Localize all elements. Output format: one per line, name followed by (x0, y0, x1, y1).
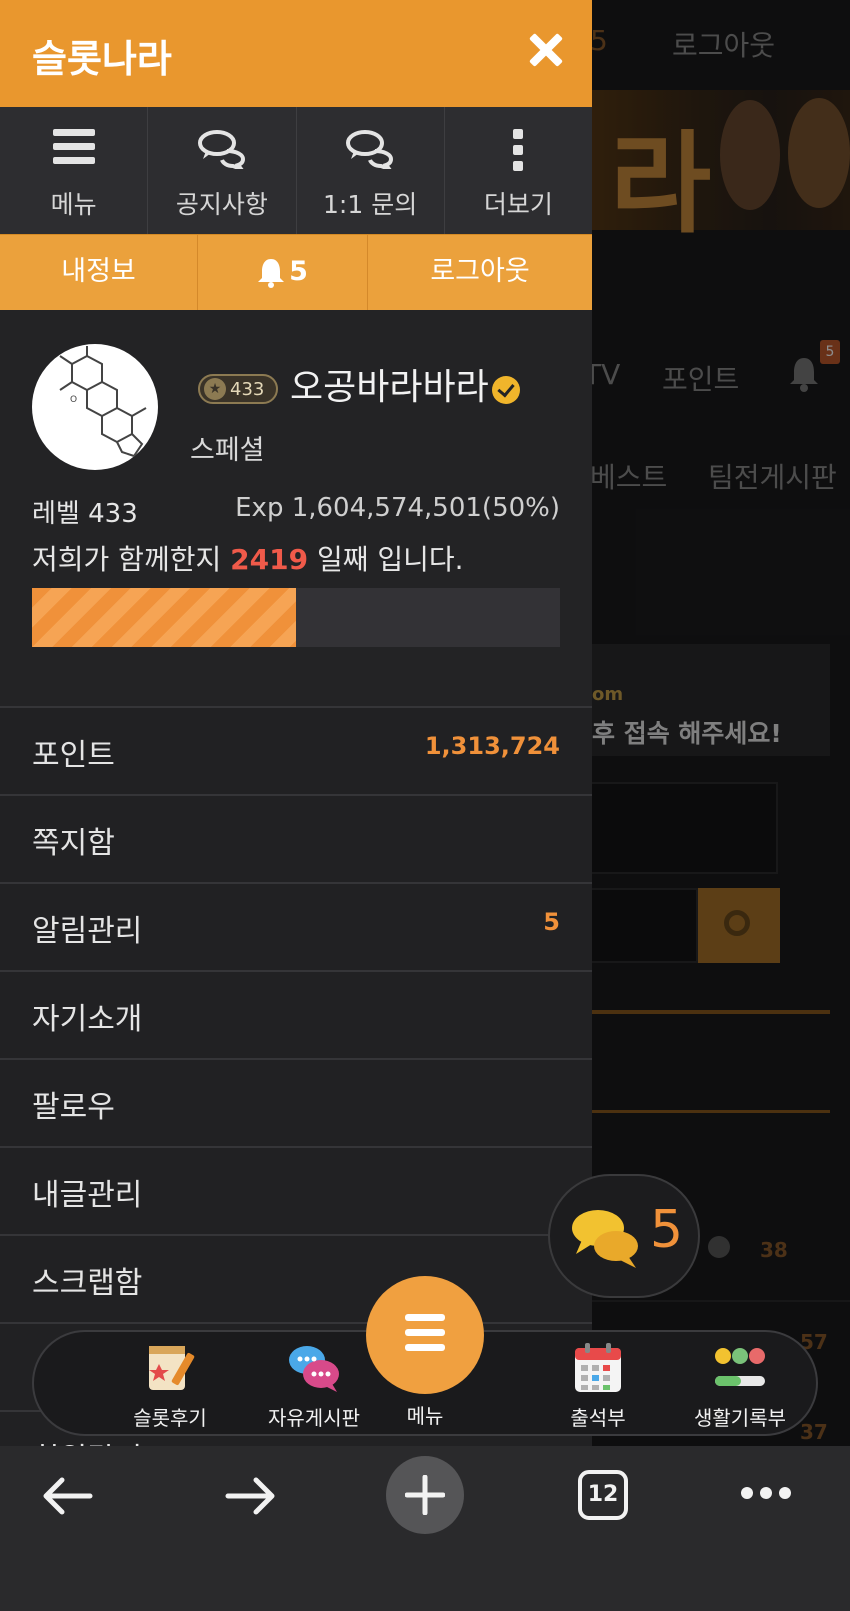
menu-item-label: 알림관리 (32, 914, 143, 949)
calendar-icon (575, 1343, 621, 1392)
review-note-icon (149, 1346, 195, 1390)
nickname: 오공바라바라 (290, 367, 489, 408)
menu-item-self-intro[interactable]: 자기소개 (0, 970, 592, 1058)
tab-slot-review[interactable]: 슬롯후기 (90, 1332, 250, 1438)
level-text: 레벨 433 (32, 499, 138, 529)
menu-item-messages[interactable]: 쪽지함 (0, 794, 592, 882)
svg-text:N: N (136, 455, 143, 465)
menu-item-label: 팔로우 (32, 1090, 115, 1125)
menu-item-notifications[interactable]: 알림관리 5 (0, 882, 592, 970)
days-prefix: 저희가 함께한지 (32, 543, 231, 576)
svg-text:O: O (70, 395, 77, 405)
more-dots-icon[interactable] (740, 1486, 792, 1500)
menu-item-label: 쪽지함 (32, 826, 115, 861)
menu-item-label: 자기소개 (32, 1002, 143, 1037)
menu-item-scrap[interactable]: 스크랩함 (0, 1234, 592, 1322)
member-grade: 스페셜 (190, 435, 265, 466)
notification-count: 5 (289, 256, 308, 287)
membership-days: 저희가 함께한지 2419 일째 입니다. (32, 538, 464, 578)
days-suffix: 일째 입니다. (308, 543, 464, 576)
speech-bubbles-icon (197, 130, 245, 169)
menu-item-label: 포인트 (32, 738, 115, 773)
tab-label: 슬롯후기 (133, 1406, 207, 1430)
tab-count-button[interactable]: 12 (578, 1470, 628, 1520)
avatar[interactable]: O N (32, 344, 158, 470)
menu-item-value: 5 (543, 908, 560, 936)
drawer-title: 슬롯나라 (32, 37, 172, 81)
browser-toolbar: 12 (0, 1446, 850, 1611)
nav-menu-label: 메뉴 (50, 190, 97, 219)
nav-notice-label: 공지사항 (175, 190, 268, 219)
exp-progress-bar (32, 588, 560, 647)
side-drawer: 슬롯나라 메뉴 공지사항 1:1 문의 더보기 내정보 5 로그아웃 O N ★… (0, 0, 592, 1450)
tab-label: 생활기록부 (694, 1406, 786, 1430)
drawer-header: 슬롯나라 (0, 0, 592, 107)
drawer-quick-bar: 내정보 5 로그아웃 (0, 234, 592, 310)
nav-inquiry-button[interactable]: 1:1 문의 (297, 107, 445, 234)
level-badge: ★ 433 (198, 374, 278, 404)
star-icon: ★ (204, 378, 226, 400)
notification-button[interactable]: 5 (198, 235, 368, 310)
nav-menu-button[interactable]: 메뉴 (0, 107, 149, 234)
bell-icon (258, 258, 285, 288)
chat-bubbles-icon (289, 1346, 339, 1392)
chat-count: 5 (650, 1200, 684, 1260)
new-tab-button[interactable] (386, 1456, 464, 1534)
close-icon[interactable] (524, 30, 568, 74)
nav-notice-button[interactable]: 공지사항 (148, 107, 297, 234)
hamburger-icon (52, 129, 95, 164)
tab-label: 출석부 (570, 1406, 626, 1430)
verified-check-icon (492, 376, 520, 404)
nav-inquiry-label: 1:1 문의 (323, 190, 418, 219)
drawer-nav: 메뉴 공지사항 1:1 문의 더보기 (0, 107, 592, 234)
exp-progress-fill (32, 588, 296, 647)
speech-bubbles-icon (346, 130, 394, 169)
logout-button[interactable]: 로그아웃 (368, 235, 592, 310)
tab-life-record[interactable]: 생활기록부 (660, 1332, 820, 1438)
nav-more-button[interactable]: 더보기 (445, 107, 592, 234)
plus-icon (405, 1475, 445, 1515)
molecule-avatar-image: O N (59, 346, 147, 465)
menu-item-label: 내글관리 (32, 1178, 143, 1213)
menu-fab-button[interactable] (366, 1276, 484, 1394)
profile-section: O N ★ 433 오공바라바라 스페셜 레벨 433 Exp 1,604,57… (0, 310, 592, 706)
level-badge-number: 433 (230, 379, 265, 400)
menu-item-my-posts[interactable]: 내글관리 (0, 1146, 592, 1234)
my-info-button[interactable]: 내정보 (0, 235, 198, 310)
chat-bubbles-icon (572, 1210, 638, 1268)
menu-fab-label: 메뉴 (406, 1404, 444, 1428)
back-arrow-icon[interactable] (40, 1476, 96, 1516)
menu-item-label: 스크랩함 (32, 1266, 143, 1301)
tab-attendance[interactable]: 출석부 (518, 1332, 678, 1438)
exp-text: Exp 1,604,574,501(50%) (235, 493, 560, 523)
forward-arrow-icon[interactable] (222, 1476, 278, 1516)
nav-more-label: 더보기 (483, 190, 553, 219)
menu-item-follow[interactable]: 팔로우 (0, 1058, 592, 1146)
days-count: 2419 (230, 543, 309, 576)
mood-faces-icon (715, 1348, 765, 1386)
vertical-dots-icon (513, 129, 524, 171)
menu-item-point[interactable]: 포인트 1,313,724 (0, 706, 592, 794)
chat-float-button[interactable]: 5 (548, 1174, 700, 1298)
hamburger-icon (405, 1314, 445, 1359)
menu-item-value: 1,313,724 (424, 732, 560, 760)
